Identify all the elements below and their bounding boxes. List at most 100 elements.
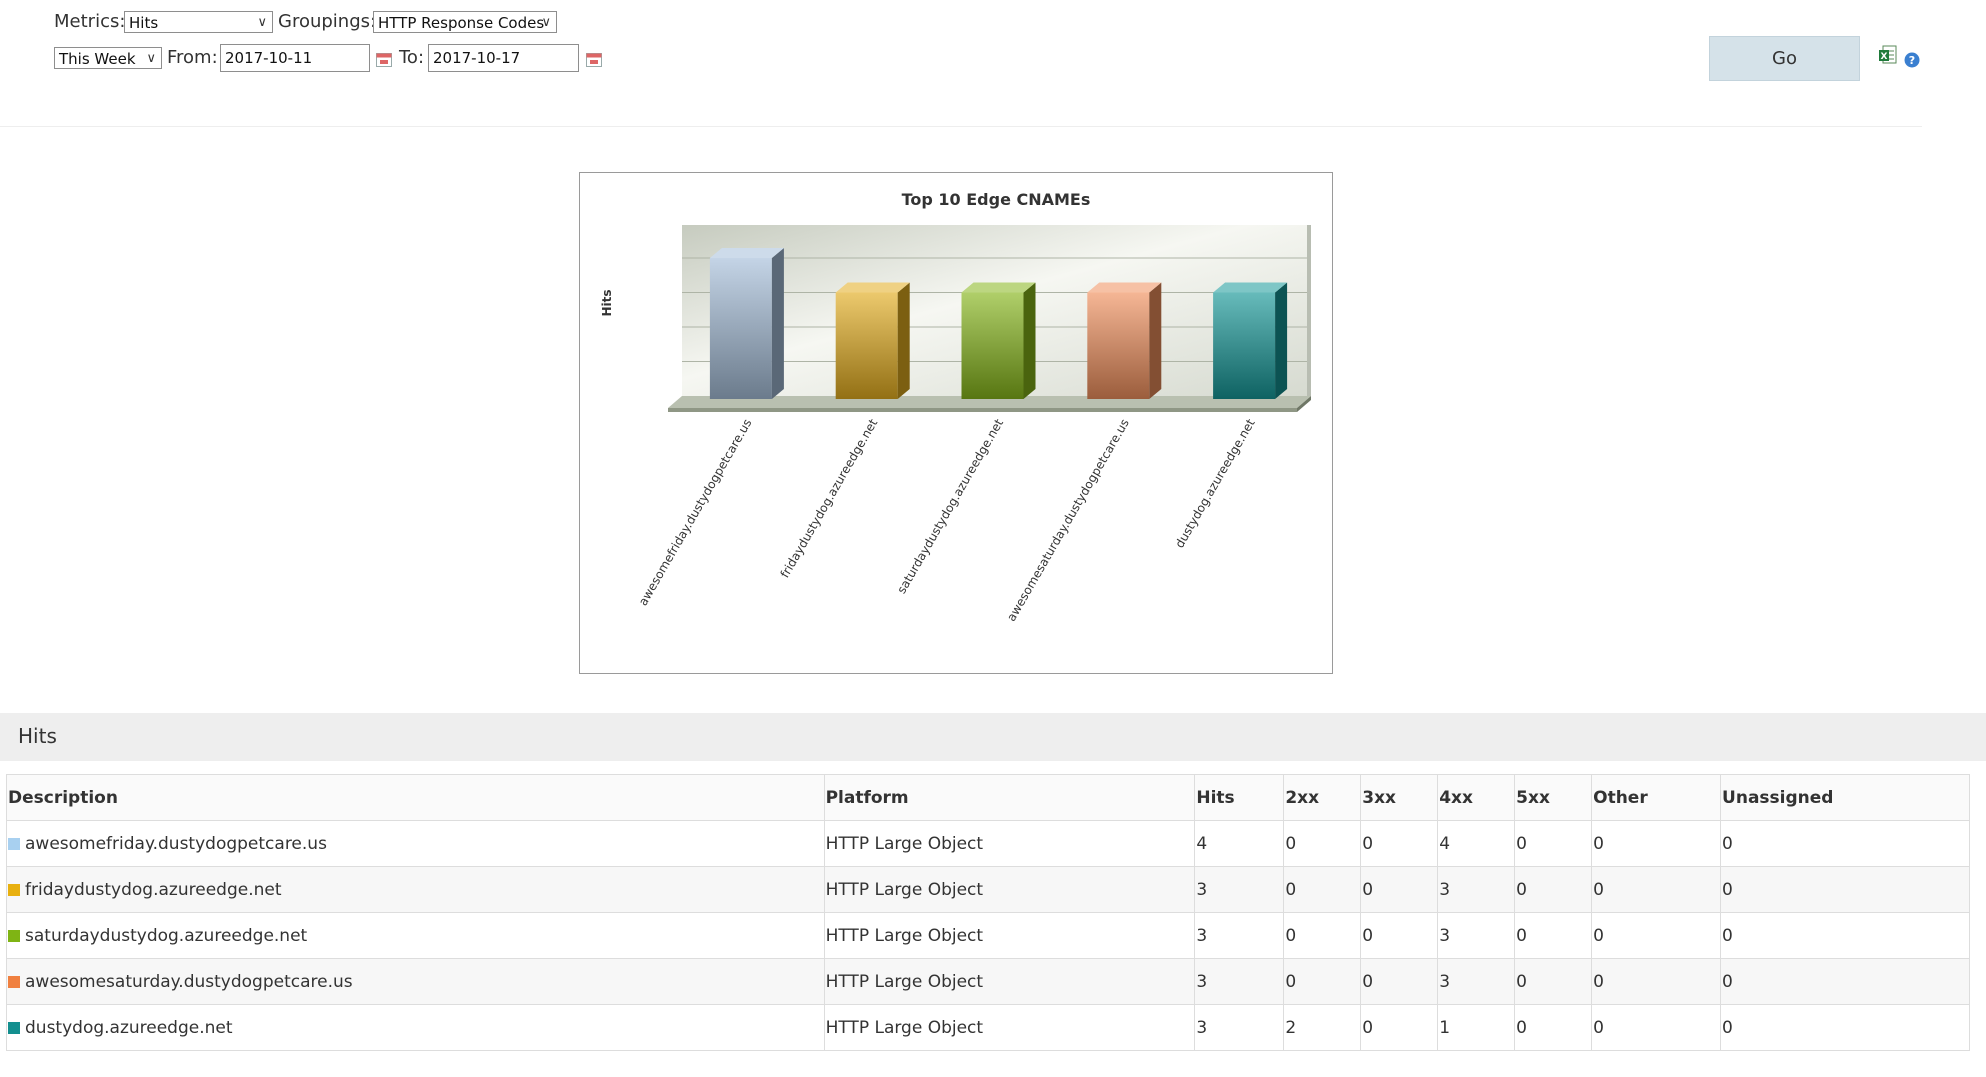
chevron-down-icon: ∨ <box>541 15 551 30</box>
bar-top <box>1087 282 1162 293</box>
cell-platform: HTTP Large Object <box>823 820 1195 867</box>
legend-swatch <box>8 1021 20 1034</box>
calendar-icon[interactable] <box>376 52 392 67</box>
bar <box>709 258 772 399</box>
bar <box>1213 292 1276 399</box>
calendar-icon[interactable] <box>586 52 602 67</box>
cell-text: 0 <box>1516 879 1527 900</box>
column-header-4xx[interactable]: 4xx <box>1437 774 1515 821</box>
cell-text: 3 <box>1196 925 1208 946</box>
x-tick-label: awesomesaturday.dustydogpetcare.us <box>1004 417 1132 624</box>
column-header-2xx[interactable]: 2xx <box>1283 774 1361 821</box>
legend-swatch <box>8 929 20 942</box>
cell-text: saturdaydustydog.azureedge.net <box>25 925 308 946</box>
column-header-5xx[interactable]: 5xx <box>1514 774 1592 821</box>
cell-text: 0 <box>1722 971 1733 992</box>
cell-other: 0 <box>1591 912 1721 959</box>
cell-hits: 3 <box>1194 1004 1284 1051</box>
cell-text: HTTP Large Object <box>825 971 984 992</box>
cell-3xx: 0 <box>1360 1004 1438 1051</box>
column-header-unassigned[interactable]: Unassigned <box>1720 774 1970 821</box>
go-button[interactable]: Go <box>1709 36 1860 81</box>
column-header-hits[interactable]: Hits <box>1194 774 1284 821</box>
cell-text: 0 <box>1362 833 1374 854</box>
x-tick-label: awesomefriday.dustydogpetcare.us <box>636 417 755 609</box>
cell-description: awesomesaturday.dustydogpetcare.us <box>6 958 825 1005</box>
section-header: Hits <box>0 713 1986 761</box>
cell-5xx: 0 <box>1514 866 1592 913</box>
cell-hits: 4 <box>1194 820 1284 867</box>
cell-text: HTTP Large Object <box>825 925 984 946</box>
y-axis-label: Hits <box>600 289 614 316</box>
groupings-select[interactable]: HTTP Response Codes ∨ <box>373 11 557 33</box>
cell-platform: HTTP Large Object <box>823 866 1195 913</box>
metrics-select[interactable]: Hits ∨ <box>124 11 273 33</box>
cell-platform: HTTP Large Object <box>823 1004 1195 1051</box>
cell-text: 0 <box>1516 1017 1527 1038</box>
section-title: Hits <box>18 724 57 748</box>
cell-text: 0 <box>1722 1017 1733 1038</box>
from-label: From: <box>167 47 218 68</box>
cell-text: HTTP Large Object <box>825 879 984 900</box>
cell-text: 0 <box>1285 833 1297 854</box>
table-row: fridaydustydog.azureedge.net HTTP Large O… <box>6 866 1970 913</box>
cell-text: 1 <box>1439 1017 1451 1038</box>
metrics-select-value: Hits <box>129 14 159 32</box>
cell-text: 0 <box>1362 925 1374 946</box>
cell-unassigned: 0 <box>1720 912 1970 959</box>
cell-4xx: 3 <box>1437 912 1515 959</box>
cell-description: awesomefriday.dustydogpetcare.us <box>6 820 825 867</box>
chevron-down-icon: ∨ <box>146 51 156 66</box>
cell-2xx: 0 <box>1283 912 1361 959</box>
bar-top <box>1213 282 1288 293</box>
cell-text: 0 <box>1362 1017 1374 1038</box>
date-range-select[interactable]: This Week ∨ <box>54 47 162 69</box>
column-header-3xx[interactable]: 3xx <box>1360 774 1438 821</box>
groupings-select-value: HTTP Response Codes <box>378 14 545 32</box>
to-date-input[interactable]: 2017-10-17 <box>428 44 579 72</box>
cell-text: 0 <box>1362 971 1374 992</box>
cell-3xx: 0 <box>1360 866 1438 913</box>
legend-swatch <box>8 837 20 850</box>
cell-text: 3 <box>1439 925 1451 946</box>
from-date-input[interactable]: 2017-10-11 <box>220 44 370 72</box>
date-range-select-value: This Week <box>59 50 136 68</box>
cell-text: 4 <box>1196 833 1208 854</box>
cell-2xx: 0 <box>1283 820 1361 867</box>
column-header-platform[interactable]: Platform <box>823 774 1195 821</box>
cell-text: 0 <box>1593 971 1604 992</box>
cell-5xx: 0 <box>1514 912 1592 959</box>
column-header-description[interactable]: Description <box>6 774 825 821</box>
chart-title: Top 10 Edge CNAMEs <box>902 190 1091 209</box>
cell-2xx: 2 <box>1283 1004 1361 1051</box>
cell-5xx: 0 <box>1514 820 1592 867</box>
x-tick-label: fridaydustydog.azureedge.net <box>778 416 881 580</box>
bar-side <box>771 248 784 399</box>
column-header-other[interactable]: Other <box>1591 774 1721 821</box>
table-header-row: Description Platform Hits 2xx 3xx 4xx 5x… <box>6 774 1970 821</box>
cell-unassigned: 0 <box>1720 820 1970 867</box>
excel-export-icon[interactable]: X <box>1878 45 1898 65</box>
cell-text: 0 <box>1516 833 1527 854</box>
cell-text: 0 <box>1285 971 1297 992</box>
help-icon[interactable]: ? <box>1904 52 1920 68</box>
chart-container: Top 10 Edge CNAMEs Hits awesomefriday.du… <box>579 172 1333 674</box>
bar <box>1087 292 1150 399</box>
cell-text: 0 <box>1285 925 1297 946</box>
cell-text: 0 <box>1722 833 1733 854</box>
bar-side <box>1023 282 1036 399</box>
cell-description: dustydog.azureedge.net <box>6 1004 825 1051</box>
cell-text: HTTP Large Object <box>825 833 984 854</box>
hits-table: Description Platform Hits 2xx 3xx 4xx 5x… <box>6 774 1970 1051</box>
chevron-down-icon: ∨ <box>257 15 267 30</box>
cell-text: awesomesaturday.dustydogpetcare.us <box>25 971 353 992</box>
cell-hits: 3 <box>1194 958 1284 1005</box>
x-tick-label: saturdaydustydog.azureedge.net <box>894 416 1006 596</box>
cell-2xx: 0 <box>1283 866 1361 913</box>
cell-4xx: 4 <box>1437 820 1515 867</box>
chart-floor-edge <box>668 408 1297 412</box>
svg-text:X: X <box>1881 52 1888 62</box>
x-tick-label: dustydog.azureedge.net <box>1172 416 1258 550</box>
cell-text: 0 <box>1593 879 1604 900</box>
table-row: saturdaydustydog.azureedge.net HTTP Large… <box>6 912 1970 959</box>
